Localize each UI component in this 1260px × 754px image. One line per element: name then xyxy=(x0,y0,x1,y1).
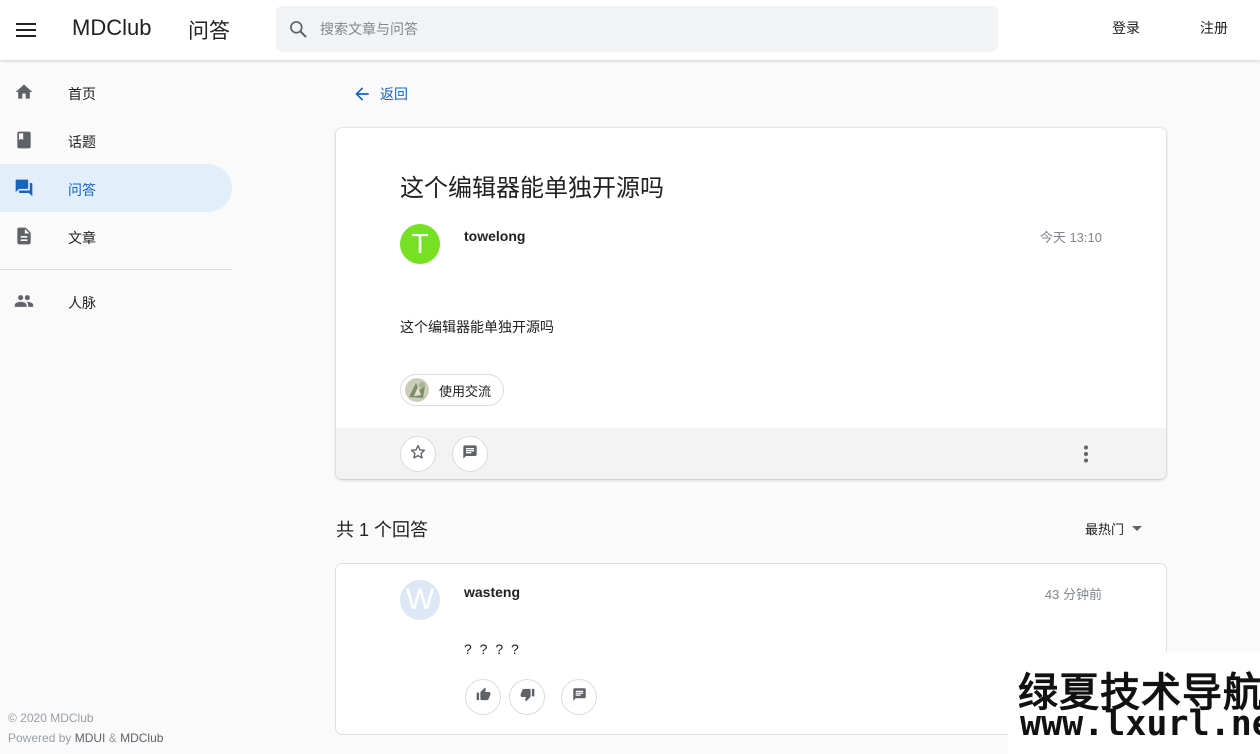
nav-item-label: 首页 xyxy=(68,86,96,102)
description-icon xyxy=(14,226,34,246)
question-author[interactable]: towelong xyxy=(464,228,525,244)
login-button[interactable]: 登录 xyxy=(1112,18,1140,38)
sort-label: 最热门 xyxy=(1085,522,1125,537)
nav-item-label: 话题 xyxy=(68,134,96,150)
more-options-icon[interactable] xyxy=(1074,442,1098,466)
follow-button[interactable] xyxy=(400,436,436,472)
star-outline-icon xyxy=(409,443,427,466)
question-title: 这个编辑器能单独开源吗 xyxy=(400,175,664,202)
book-icon xyxy=(14,130,34,150)
thumb-down-icon xyxy=(520,687,535,707)
answer-time: 43 分钟前 xyxy=(1044,587,1102,602)
nav-item-label: 文章 xyxy=(68,230,96,246)
back-label: 返回 xyxy=(380,86,408,102)
register-button[interactable]: 注册 xyxy=(1200,18,1228,38)
topic-chip-label: 使用交流 xyxy=(439,383,492,399)
footer-copyright: © 2020 MDClub xyxy=(8,711,94,725)
search-input[interactable] xyxy=(320,21,960,37)
people-icon xyxy=(14,291,34,311)
comment-icon xyxy=(462,444,478,465)
arrow-drop-down-icon xyxy=(1132,526,1143,531)
nav-item-questions[interactable]: 问答 xyxy=(0,164,232,212)
footer-powered-label: Powered by xyxy=(8,731,72,745)
answer-author[interactable]: wasteng xyxy=(464,584,520,600)
topic-image-icon xyxy=(405,378,429,402)
section-title: 问答 xyxy=(188,20,230,43)
back-link[interactable]: 返回 xyxy=(352,84,408,104)
question-time: 今天 13:10 xyxy=(1039,230,1102,245)
watermark: 绿夏技术导航 www.lxurl.net xyxy=(1008,652,1260,754)
comment-button[interactable] xyxy=(452,436,488,472)
brand-logo[interactable]: MDClub xyxy=(72,15,151,41)
nav-item-topics[interactable]: 话题 xyxy=(0,116,232,164)
question-body: 这个编辑器能单独开源吗 xyxy=(400,319,554,335)
sort-dropdown[interactable]: 最热门 xyxy=(1085,519,1143,538)
mdclub-link[interactable]: MDClub xyxy=(120,731,163,745)
search-bar[interactable] xyxy=(276,6,998,52)
answer-body: ? ? ? ? xyxy=(464,641,521,657)
nav-item-label: 问答 xyxy=(68,182,96,198)
downvote-button[interactable] xyxy=(509,679,545,715)
avatar[interactable]: T xyxy=(400,224,440,264)
mdui-link[interactable]: MDUI xyxy=(75,731,106,745)
top-app-bar: MDClub 问答 登录 注册 xyxy=(0,0,1260,60)
search-icon xyxy=(276,19,320,39)
nav-item-label: 人脉 xyxy=(68,295,96,311)
watermark-line2: www.lxurl.net xyxy=(1020,704,1260,744)
avatar-letter: T xyxy=(411,228,429,259)
nav-drawer: 首页 话题 问答 文章 人脉 © 2020 MDClub Powered by … xyxy=(0,60,232,754)
answer-comment-button[interactable] xyxy=(561,679,597,715)
nav-item-people[interactable]: 人脉 xyxy=(0,277,232,325)
upvote-button[interactable] xyxy=(465,679,501,715)
answers-count: 共 1 个回答 xyxy=(336,520,429,540)
avatar[interactable]: W xyxy=(400,580,440,620)
footer-amp: & xyxy=(108,731,117,745)
arrow-back-icon xyxy=(352,84,372,104)
nav-divider xyxy=(0,269,232,270)
menu-icon[interactable] xyxy=(8,12,44,48)
forum-icon xyxy=(14,178,34,198)
thumb-up-icon xyxy=(476,687,491,707)
topic-chip[interactable]: 使用交流 xyxy=(400,374,505,406)
footer-powered: Powered by MDUI & MDClub xyxy=(8,731,163,745)
nav-item-home[interactable]: 首页 xyxy=(0,68,232,116)
comment-icon xyxy=(572,687,587,707)
avatar-letter: W xyxy=(405,583,435,616)
question-card: 这个编辑器能单独开源吗 T towelong 今天 13:10 这个编辑器能单独… xyxy=(336,128,1166,479)
home-icon xyxy=(14,82,34,102)
nav-item-articles[interactable]: 文章 xyxy=(0,212,232,260)
question-actions xyxy=(336,428,1166,479)
